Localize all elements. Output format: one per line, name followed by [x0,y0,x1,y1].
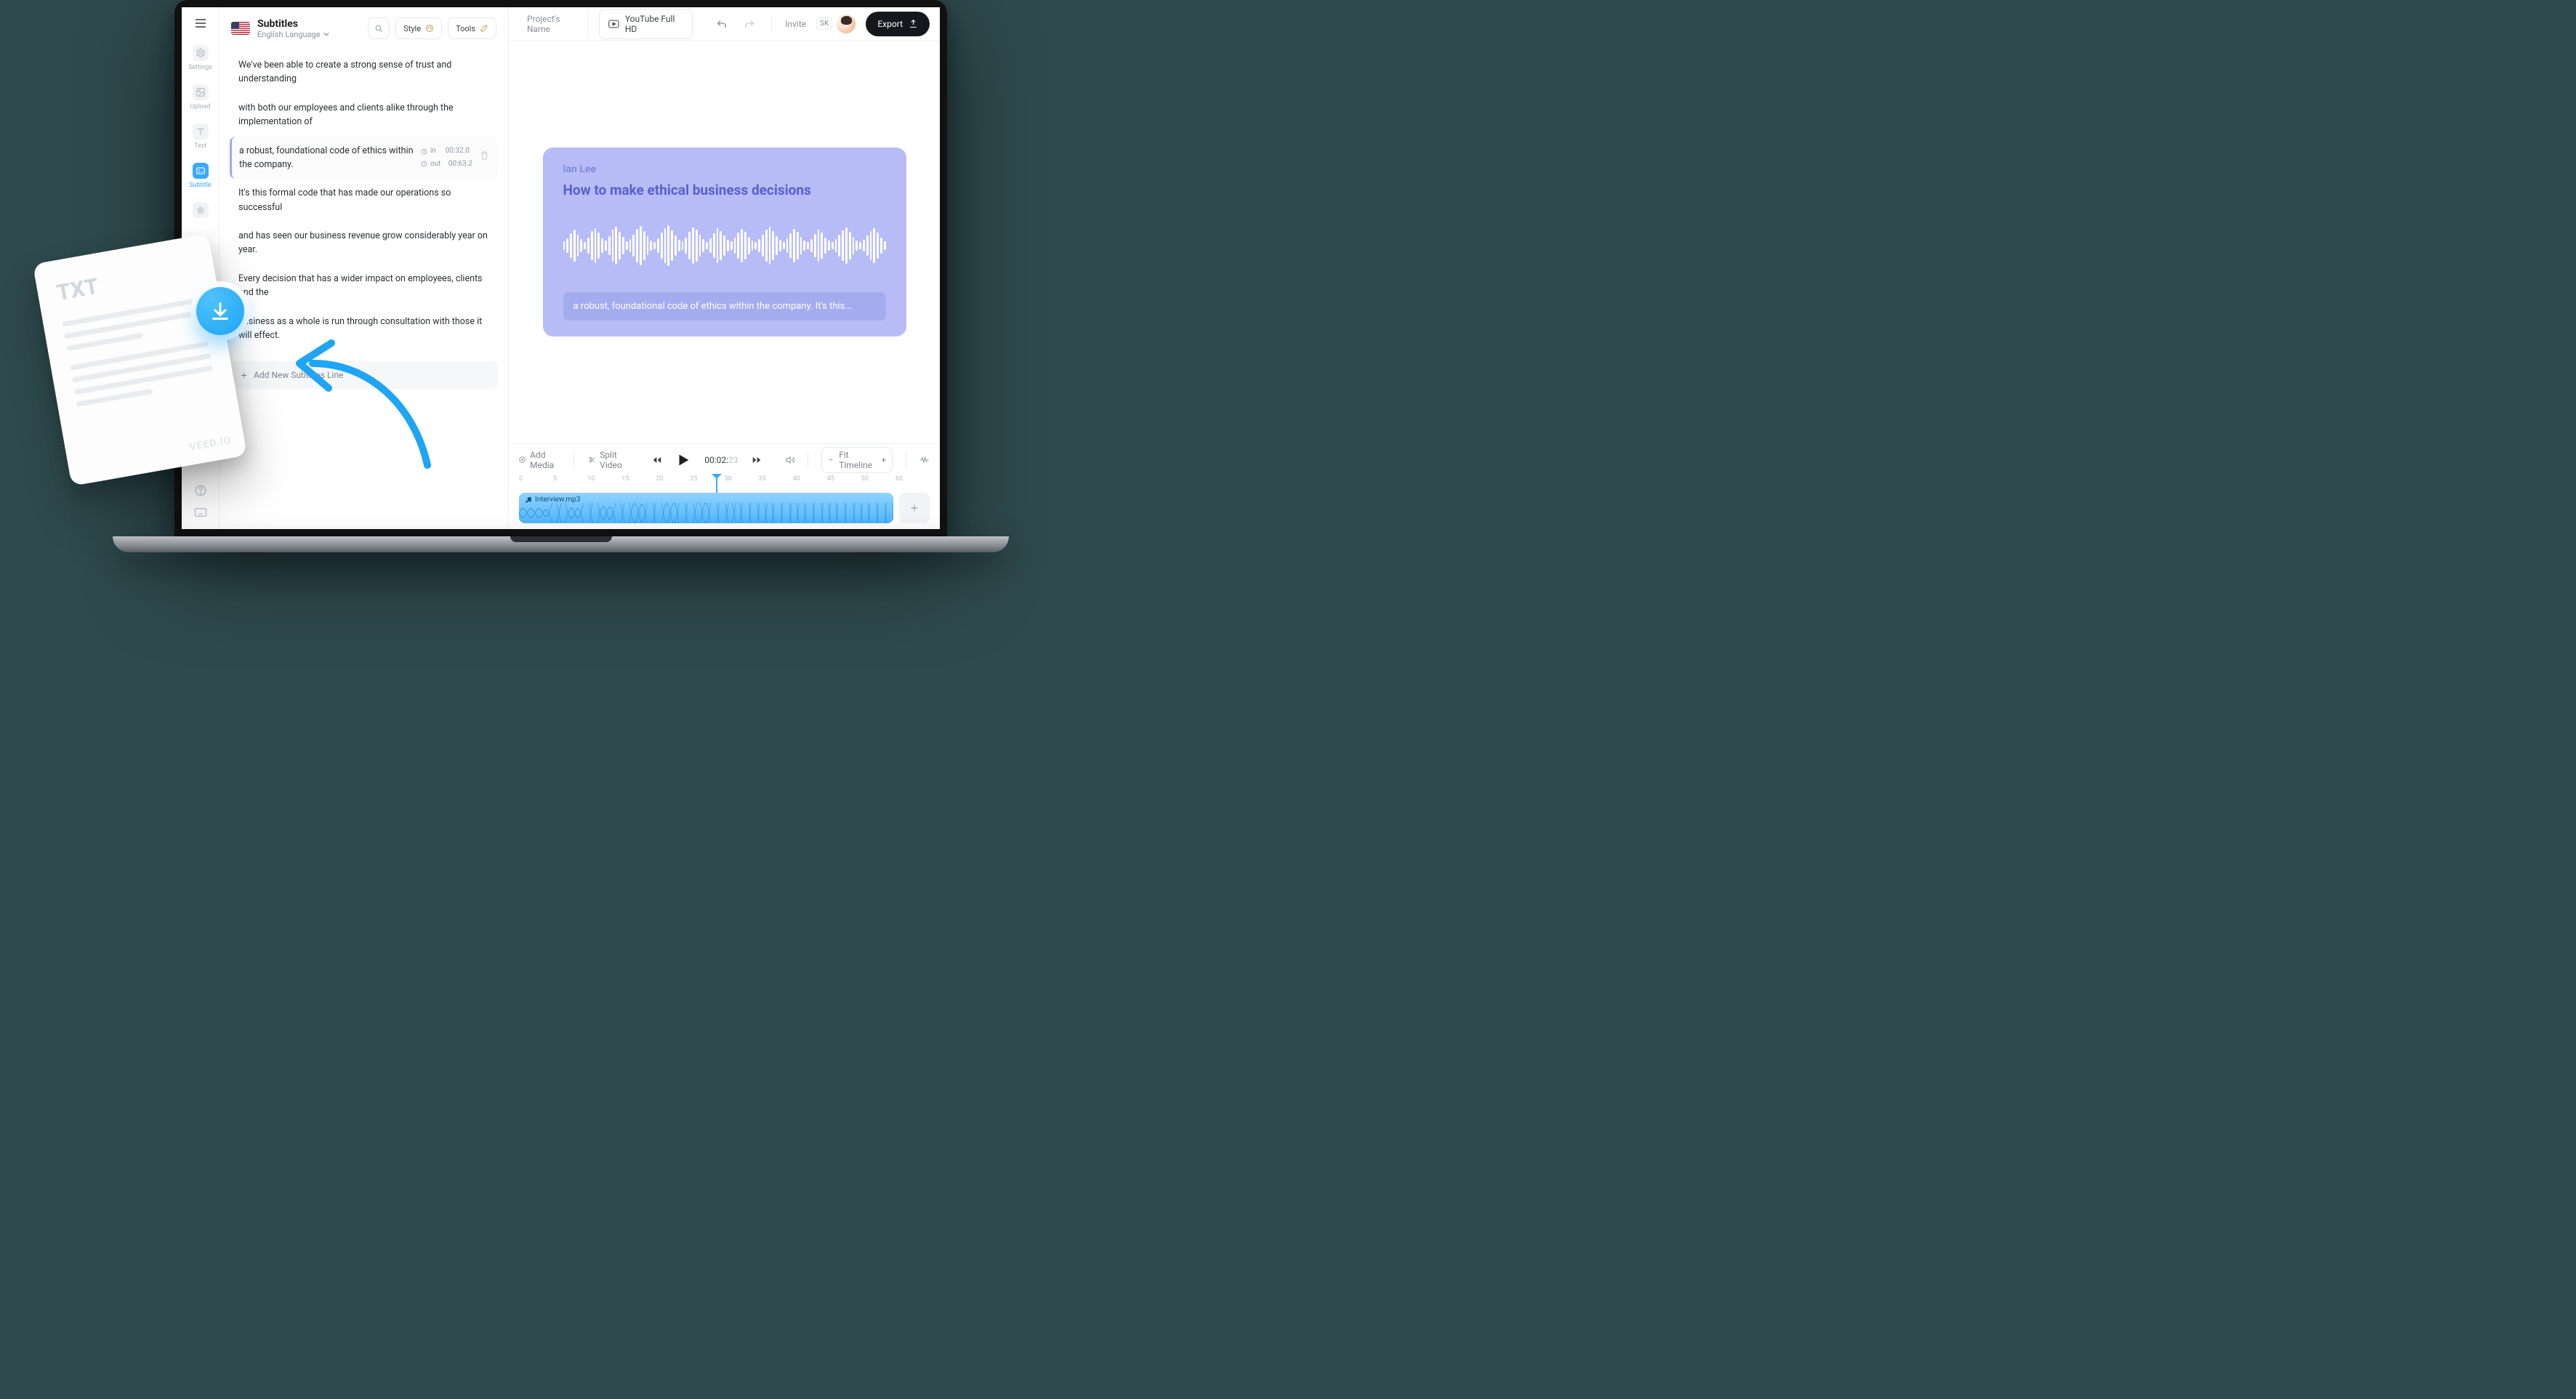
music-icon [525,496,532,504]
subtitle-icon [193,163,209,179]
audio-clip[interactable]: Interview.mp3 [519,493,893,523]
panel-language[interactable]: English Language [257,30,361,39]
clip-waveform [519,503,893,523]
plus-icon [909,503,919,513]
waveform-icon [563,206,886,285]
scissors-icon [589,455,595,464]
plus-circle-icon [519,455,526,464]
search-button[interactable] [368,17,390,39]
clock-icon [421,148,427,155]
subtitle-line[interactable]: It's this formal code that has made our … [230,179,498,222]
sidebar-item-more[interactable] [189,202,212,218]
subtitle-times: in 00:32.0 out 00:63.2 [421,145,472,169]
subtitle-line[interactable]: with both our employees and clients alik… [230,94,498,137]
trash-icon [480,150,489,160]
sidebar-item-upload[interactable]: Upload [189,84,212,110]
chevron-down-icon [323,32,329,36]
volume-icon[interactable] [785,455,795,465]
timeline-ruler[interactable]: 0510152025303540455060 [519,475,930,488]
brand-label: VEED.IO [188,435,232,453]
menu-icon [195,19,206,28]
style-button[interactable]: Style [395,17,442,39]
split-video-button[interactable]: Split Video [589,450,629,470]
youtube-icon [608,20,619,28]
project-name-input[interactable]: Project's Name [519,9,589,39]
download-icon [210,301,230,321]
preview-subtitle: a robust, foundational code of ethics wi… [563,292,886,320]
sidebar-item-label: Settings [188,64,212,71]
playbar: Add Media Split Video 00:02:23 [509,443,940,475]
hamburger-button[interactable] [189,19,212,28]
sidebar-item-label: Subtitle [189,182,211,189]
subtitle-line[interactable]: We've been able to create a strong sense… [230,51,498,94]
invite-button[interactable]: Invite [785,19,806,29]
waveform-toggle-icon[interactable] [919,456,930,464]
file-type-label: TXT [55,257,197,306]
plus-icon [240,371,248,379]
video-preview: Ian Lee How to make ethical business dec… [543,148,906,336]
skip-forward-icon[interactable] [752,455,762,465]
undo-button[interactable] [713,14,730,33]
wrench-icon [480,24,488,33]
delete-line-button[interactable] [480,150,489,164]
avatar[interactable] [837,15,856,33]
fit-timeline-button[interactable]: − Fit Timeline + [821,447,893,473]
sidebar-item-label: Upload [190,103,210,110]
undo-icon [716,19,728,28]
gear-icon [193,45,209,61]
add-track-button[interactable] [899,493,930,523]
keyboard-icon[interactable] [194,507,207,517]
sidebar-item-settings[interactable]: Settings [189,45,212,71]
play-button[interactable] [675,452,691,468]
arrow-illustration [291,334,436,472]
tools-button[interactable]: Tools [448,17,496,39]
topbar: Project's Name YouTube Full HD Invite SK [509,7,940,41]
help-icon[interactable] [194,484,207,497]
palette-icon [425,24,434,33]
redo-button[interactable] [741,14,758,33]
clock-icon [421,161,427,167]
text-icon [193,124,209,140]
panel-title: Subtitles [257,18,361,30]
subtitle-line-selected[interactable]: a robust, foundational code of ethics wi… [230,137,498,180]
timeline: 0510152025303540455060 Interview.mp3 [509,475,940,529]
timecode: 00:02:23 [704,455,738,465]
subtitle-line[interactable]: and has seen our business revenue grow c… [230,222,498,265]
upload-icon [909,19,918,28]
flag-icon [231,22,250,35]
subtitle-lines: We've been able to create a strong sense… [220,47,508,357]
subtitle-line[interactable]: Every decision that has a wider impact o… [230,265,498,307]
skip-back-icon[interactable] [652,455,662,465]
sidebar-item-label: Text [194,142,206,150]
preview-author: Ian Lee [563,164,886,175]
user-badge: SK [816,17,832,30]
shape-icon [193,202,209,218]
search-icon [374,24,384,33]
add-media-button[interactable]: Add Media [519,450,559,470]
sidebar-item-text[interactable]: Text [189,124,212,150]
download-badge[interactable] [196,287,244,335]
preview-title: How to make ethical business decisions [563,182,886,199]
format-select[interactable]: YouTube Full HD [599,9,693,39]
redo-icon [744,19,755,28]
sidebar-item-subtitle[interactable]: Subtitle [189,163,212,189]
export-button[interactable]: Export [866,12,930,36]
image-icon [193,84,209,100]
